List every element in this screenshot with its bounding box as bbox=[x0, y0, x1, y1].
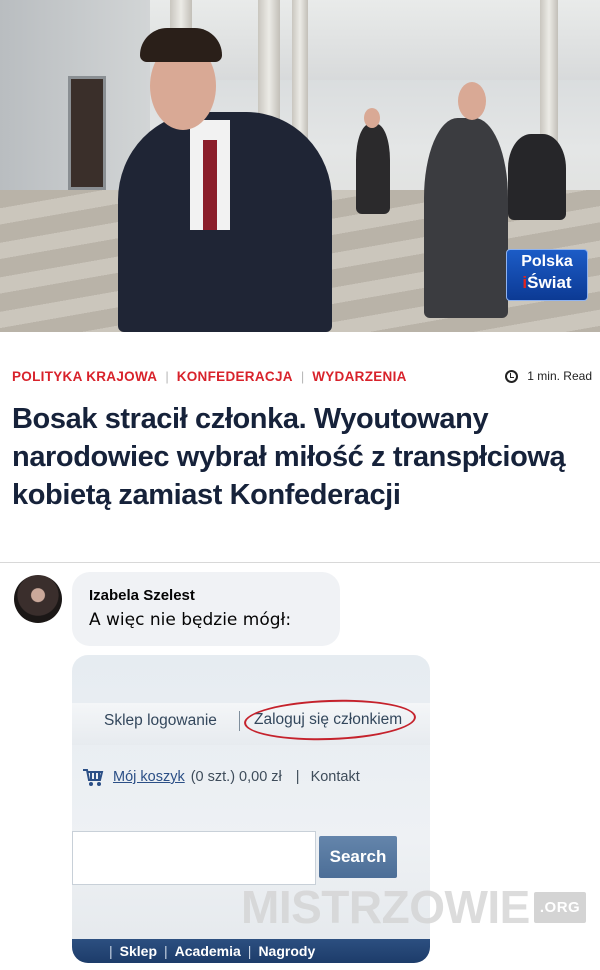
category-row: POLITYKA KRAJOWA | KONFEDERACJA | WYDARZ… bbox=[12, 366, 592, 386]
comment-bubble: Izabela Szelest A więc nie będzie mógł: bbox=[72, 572, 340, 646]
category-separator: | bbox=[300, 368, 305, 384]
avatar[interactable] bbox=[14, 575, 62, 623]
comment-author[interactable]: Izabela Szelest bbox=[89, 587, 195, 604]
bottom-nav-separator: | bbox=[109, 943, 113, 959]
corridor-column bbox=[540, 0, 558, 150]
article-card[interactable]: Polska iŚwiat POLITYKA KRAJOWA | KONFEDE… bbox=[0, 0, 600, 563]
cart-icon[interactable] bbox=[82, 767, 104, 787]
bottom-nav-item-sklep[interactable]: Sklep bbox=[120, 943, 157, 959]
bottom-nav-item-nagrody[interactable]: Nagrody bbox=[258, 943, 315, 959]
nav-divider bbox=[239, 711, 240, 731]
article-title[interactable]: Bosak stracił członka. Wyoutowany narodo… bbox=[12, 400, 592, 514]
category-link-polityka-krajowa[interactable]: POLITYKA KRAJOWA bbox=[12, 369, 157, 384]
category-separator: | bbox=[165, 368, 169, 384]
background-person-head bbox=[364, 108, 380, 128]
bottom-nav-item-academia[interactable]: Academia bbox=[175, 943, 241, 959]
man-tie bbox=[203, 140, 217, 230]
search-input[interactable] bbox=[72, 831, 316, 885]
man-hair bbox=[140, 28, 222, 62]
corridor-door bbox=[68, 76, 106, 190]
cart-summary: (0 szt.) 0,00 zł bbox=[190, 769, 282, 785]
watermark-domain: .ORG bbox=[533, 891, 587, 923]
bottom-nav-separator: | bbox=[247, 943, 252, 959]
site-watermark: MISTRZOWIE .ORG bbox=[241, 879, 587, 935]
watermark-text: MISTRZOWIE bbox=[241, 881, 530, 933]
cart-row: Mój koszyk (0 szt.) 0,00 zł | Kontakt bbox=[82, 766, 360, 788]
read-time-label: 1 min. Read bbox=[527, 369, 592, 383]
category-link-wydarzenia[interactable]: WYDARZENIA bbox=[312, 369, 407, 384]
article-hero-photo[interactable]: Polska iŚwiat bbox=[0, 0, 600, 332]
search-button[interactable]: Search bbox=[319, 836, 397, 878]
contact-link[interactable]: Kontakt bbox=[311, 769, 360, 785]
bottom-nav-bar: | Sklep | Academia | Nagrody bbox=[72, 939, 430, 963]
tv-channel-logo: Polska iŚwiat bbox=[506, 249, 588, 301]
comment-text: A więc nie będzie mógł: bbox=[89, 610, 292, 630]
background-man-head bbox=[458, 82, 486, 120]
read-time: 1 min. Read bbox=[505, 369, 592, 383]
tv-logo-line2-text: Świat bbox=[527, 273, 572, 292]
cart-link[interactable]: Mój koszyk bbox=[113, 769, 185, 785]
category-link-konfederacja[interactable]: KONFEDERACJA bbox=[177, 369, 293, 384]
bottom-nav-separator: | bbox=[164, 943, 168, 959]
background-group bbox=[508, 134, 566, 220]
clock-icon bbox=[505, 369, 519, 383]
background-man-figure bbox=[424, 118, 508, 318]
nav-shop-login-link[interactable]: Sklep logowanie bbox=[104, 712, 217, 730]
tv-logo-line2: iŚwiat bbox=[507, 273, 587, 293]
cart-separator: | bbox=[295, 769, 300, 785]
background-person bbox=[356, 124, 390, 214]
tv-logo-line1: Polska bbox=[521, 253, 573, 270]
